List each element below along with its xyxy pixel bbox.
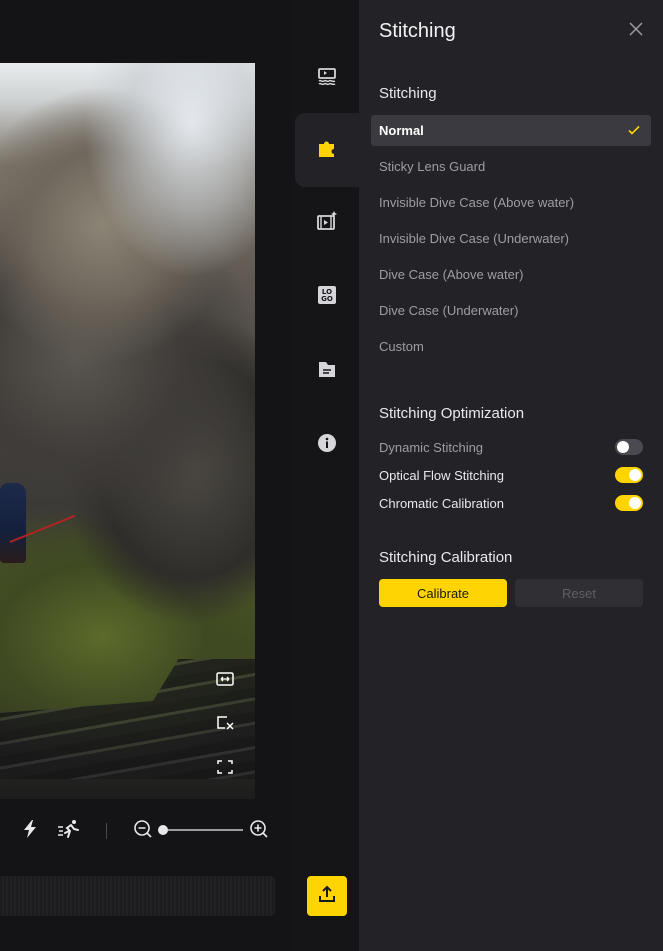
toggle-row-chromatic-calibration: Chromatic Calibration [379,493,643,513]
rail-item-stitching[interactable] [295,113,359,187]
crop-off-icon [216,715,234,736]
chromatic-calibration-toggle[interactable] [615,495,643,511]
flash-button[interactable] [19,819,41,844]
calibrate-button[interactable]: Calibrate [379,579,507,607]
stitching-panel: Stitching Stitching Normal Sticky Lens G… [359,0,663,951]
stitching-option-dive-case-under[interactable]: Dive Case (Underwater) [371,295,651,326]
option-label: Invisible Dive Case (Above water) [379,195,575,210]
toggle-label: Chromatic Calibration [379,495,504,511]
option-label: Sticky Lens Guard [379,159,486,174]
close-button[interactable] [627,21,645,42]
option-label: Dive Case (Above water) [379,267,524,282]
svg-text:GO: GO [321,295,333,303]
info-icon [316,432,338,459]
export-button[interactable] [307,876,347,916]
fullscreen-icon [216,759,234,780]
climber-figure [0,483,26,563]
rail-item-video-effects[interactable] [295,186,359,260]
stitching-option-invisible-dive-under[interactable]: Invisible Dive Case (Underwater) [371,223,651,254]
zoom-slider-thumb[interactable] [158,825,168,835]
rail-item-underwater[interactable] [295,40,359,114]
puzzle-icon [316,137,338,164]
zoom-out-icon [133,819,153,844]
option-label: Normal [379,123,424,138]
app-window: LO GO Stitching Stitching Normal Sticky L… [0,0,663,951]
close-icon [628,21,644,42]
toggle-label: Dynamic Stitching [379,439,484,455]
stitching-heading: Stitching [379,85,437,102]
rail-item-logo[interactable]: LO GO [295,260,359,334]
editor-area [0,0,292,951]
toolbar-divider [106,823,107,839]
stitching-option-invisible-dive-above[interactable]: Invisible Dive Case (Above water) [371,187,651,218]
crop-off-button[interactable] [213,714,237,736]
stitching-option-dive-case-above[interactable]: Dive Case (Above water) [371,259,651,290]
speed-button[interactable] [57,819,81,844]
toggle-row-optical-flow: Optical Flow Stitching [379,465,643,485]
underwater-icon [316,64,338,91]
rail-item-clipboard[interactable] [295,334,359,408]
stitching-option-normal[interactable]: Normal [371,115,651,146]
stitching-option-custom[interactable]: Custom [371,331,651,362]
zoom-slider-track[interactable] [163,829,243,831]
preview-toolbar [0,812,292,848]
fullscreen-button[interactable] [213,758,237,780]
running-speed-icon [57,819,81,844]
video-effects-icon [316,210,338,237]
timeline-track[interactable] [0,876,275,916]
option-label: Custom [379,339,424,354]
check-icon [627,123,641,137]
optimization-heading: Stitching Optimization [379,405,525,422]
calibration-heading: Stitching Calibration [379,549,513,566]
toggle-label: Optical Flow Stitching [379,467,504,483]
fit-width-button[interactable] [213,670,237,692]
clipboard-icon [316,358,338,385]
zoom-in-button[interactable] [248,819,270,844]
zoom-in-icon [249,819,269,844]
flash-icon [21,819,39,844]
dynamic-stitching-toggle[interactable] [615,439,643,455]
toggle-row-dynamic-stitching: Dynamic Stitching [379,437,643,457]
option-label: Dive Case (Underwater) [379,303,519,318]
option-label: Invisible Dive Case (Underwater) [379,231,570,246]
stitching-option-sticky-lens-guard[interactable]: Sticky Lens Guard [371,151,651,182]
rail-item-info[interactable] [295,408,359,482]
upload-icon [317,884,337,909]
panel-title: Stitching [379,20,456,42]
zoom-out-button[interactable] [132,819,154,844]
reset-button[interactable]: Reset [515,579,643,607]
optical-flow-toggle[interactable] [615,467,643,483]
fit-width-icon [216,671,234,692]
logo-icon: LO GO [316,284,338,311]
